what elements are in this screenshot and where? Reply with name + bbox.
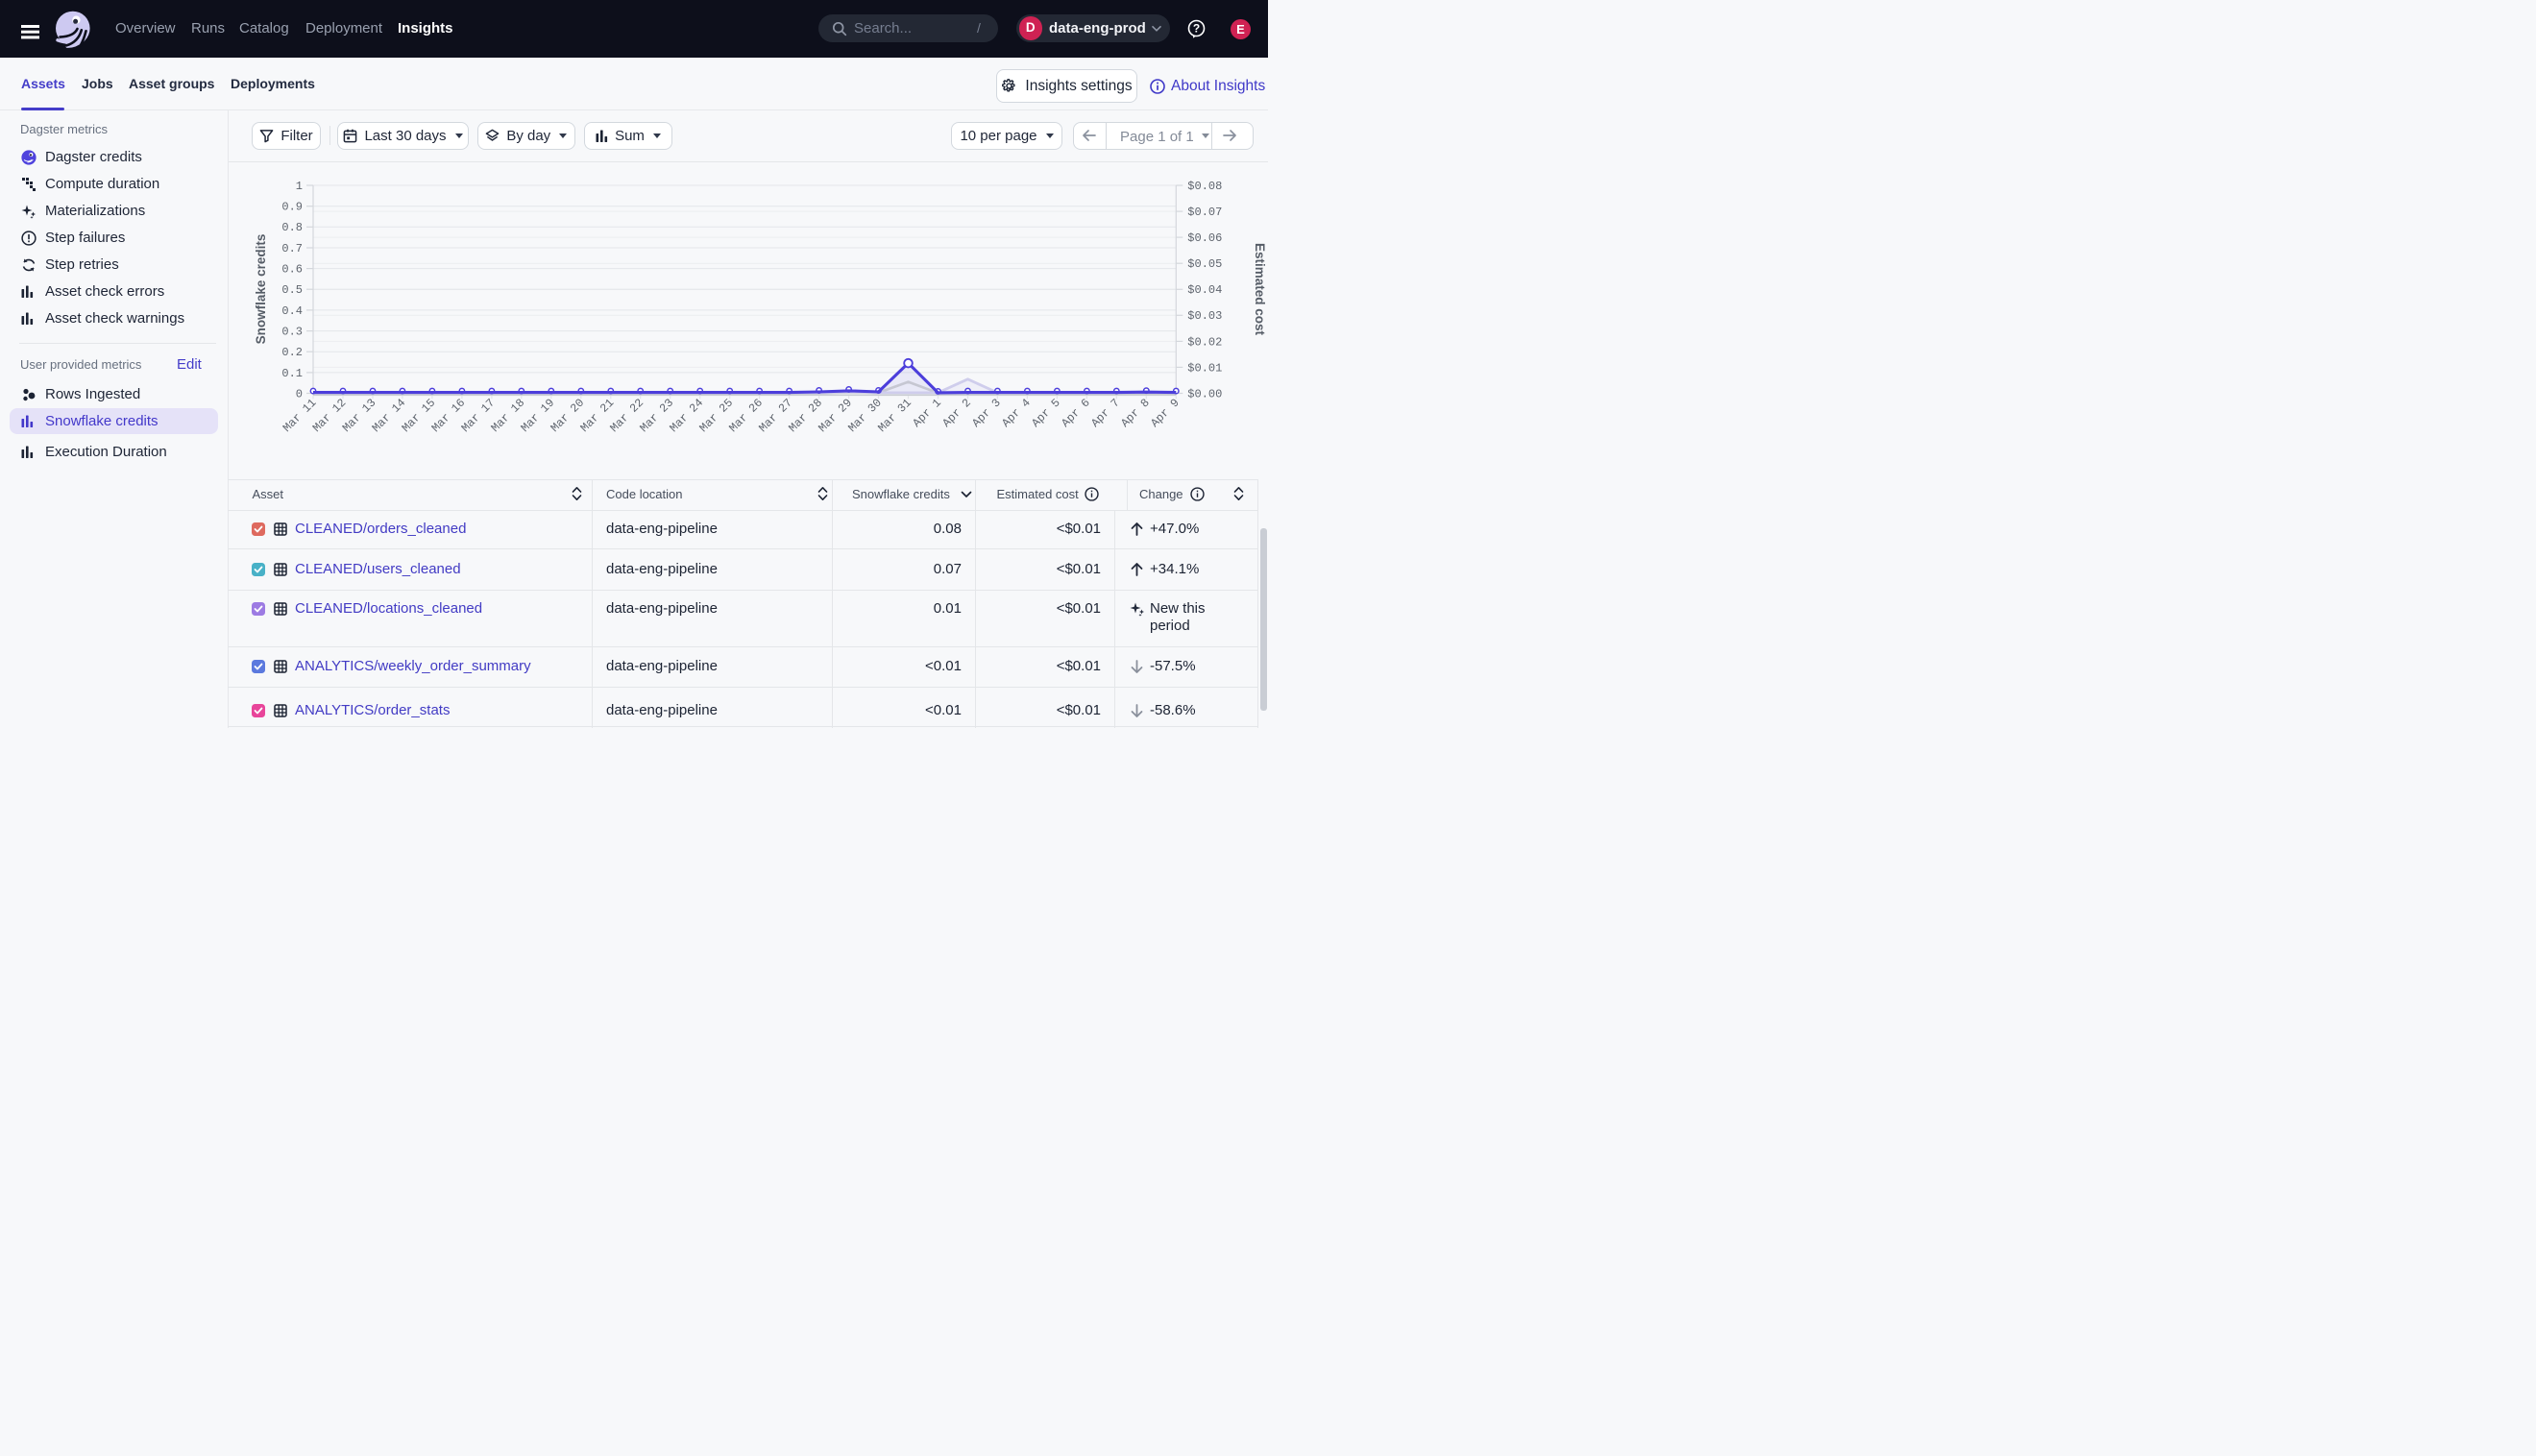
svg-text:$0.00: $0.00 bbox=[1187, 387, 1222, 400]
svg-text:Snowflake credits: Snowflake credits bbox=[254, 234, 268, 345]
svg-text:$0.08: $0.08 bbox=[1187, 180, 1222, 193]
svg-text:Apr 1: Apr 1 bbox=[910, 396, 943, 429]
svg-text:0.5: 0.5 bbox=[281, 283, 303, 297]
svg-text:Mar 31: Mar 31 bbox=[875, 396, 914, 434]
svg-text:Apr 4: Apr 4 bbox=[999, 396, 1033, 429]
svg-text:$0.04: $0.04 bbox=[1187, 283, 1222, 297]
svg-text:Apr 3: Apr 3 bbox=[969, 396, 1003, 429]
svg-text:$0.05: $0.05 bbox=[1187, 257, 1222, 271]
svg-text:Apr 5: Apr 5 bbox=[1029, 396, 1062, 429]
svg-text:Apr 7: Apr 7 bbox=[1088, 396, 1122, 429]
svg-text:$0.07: $0.07 bbox=[1187, 206, 1222, 219]
svg-text:Apr 2: Apr 2 bbox=[939, 396, 973, 429]
svg-text:Apr 6: Apr 6 bbox=[1059, 396, 1092, 429]
svg-text:0: 0 bbox=[296, 387, 303, 400]
svg-text:0.1: 0.1 bbox=[281, 367, 303, 380]
svg-text:Estimated cost: Estimated cost bbox=[1253, 243, 1267, 336]
svg-text:0.2: 0.2 bbox=[281, 346, 303, 359]
svg-text:$0.02: $0.02 bbox=[1187, 335, 1222, 349]
svg-text:$0.03: $0.03 bbox=[1187, 309, 1222, 323]
svg-text:0.6: 0.6 bbox=[281, 263, 303, 277]
svg-text:Apr 8: Apr 8 bbox=[1118, 396, 1152, 429]
svg-text:0.8: 0.8 bbox=[281, 221, 303, 234]
svg-text:0.3: 0.3 bbox=[281, 325, 303, 338]
svg-text:?: ? bbox=[1193, 22, 1200, 36]
svg-text:$0.01: $0.01 bbox=[1187, 361, 1222, 375]
svg-text:Apr 9: Apr 9 bbox=[1148, 396, 1182, 429]
svg-text:$0.06: $0.06 bbox=[1187, 231, 1222, 245]
svg-text:0.9: 0.9 bbox=[281, 201, 303, 214]
svg-text:0.4: 0.4 bbox=[281, 304, 303, 318]
svg-text:1: 1 bbox=[296, 180, 303, 193]
svg-text:0.7: 0.7 bbox=[281, 242, 303, 255]
